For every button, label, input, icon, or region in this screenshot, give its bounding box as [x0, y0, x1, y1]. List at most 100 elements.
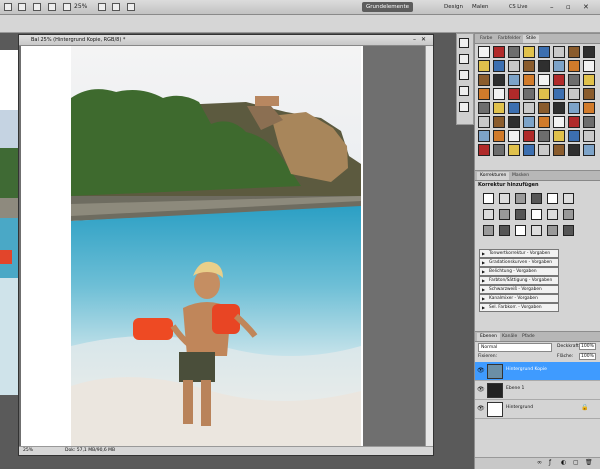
- layer-row-ebene-1[interactable]: 👁 Ebene 1: [475, 381, 600, 400]
- preset-sel-farbkorr[interactable]: Sel. Farbkorr. - Vorgaben: [479, 303, 559, 312]
- style-swatch[interactable]: [493, 130, 505, 142]
- style-swatch[interactable]: [478, 130, 490, 142]
- background-document[interactable]: [0, 50, 20, 395]
- style-swatch[interactable]: [538, 74, 550, 86]
- mini-bridge-icon[interactable]: [33, 3, 41, 11]
- view-extras-icon[interactable]: [63, 3, 71, 11]
- adjustment-icon[interactable]: [547, 209, 558, 220]
- clone-source-icon[interactable]: [459, 86, 469, 96]
- tab-farbe[interactable]: Farbe: [477, 35, 495, 43]
- character-icon[interactable]: [459, 102, 469, 112]
- style-swatch[interactable]: [568, 116, 580, 128]
- style-swatch[interactable]: [553, 46, 565, 58]
- style-swatch[interactable]: [538, 144, 550, 156]
- eye-icon[interactable]: 👁: [477, 386, 485, 393]
- cs-live-button[interactable]: CS Live: [505, 2, 531, 12]
- workspace-grundelemente[interactable]: Grundelemente: [362, 2, 414, 12]
- eye-icon[interactable]: 👁: [477, 405, 485, 412]
- style-swatch[interactable]: [568, 130, 580, 142]
- adjustment-icon[interactable]: [499, 209, 510, 220]
- doc-min-icon[interactable]: –: [413, 35, 416, 45]
- tab-pfade[interactable]: Pfade: [519, 333, 538, 341]
- adjustment-icon[interactable]: [531, 225, 542, 236]
- screen-mode-icon[interactable]: [127, 3, 135, 11]
- adjustment-icon[interactable]: [499, 225, 510, 236]
- tab-farbfelder[interactable]: Farbfelder: [495, 35, 524, 43]
- adjustment-icon[interactable]: [531, 193, 542, 204]
- tab-korrekturen[interactable]: Korrekturen: [477, 172, 510, 180]
- style-swatch[interactable]: [478, 88, 490, 100]
- workspace-malen[interactable]: Malen: [468, 2, 493, 12]
- preset-tonwert[interactable]: Tonwertkorrektur - Vorgaben: [479, 249, 559, 258]
- style-swatch[interactable]: [583, 116, 595, 128]
- brushes-icon[interactable]: [459, 70, 469, 80]
- style-swatch[interactable]: [583, 74, 595, 86]
- style-swatch[interactable]: [568, 88, 580, 100]
- adjustment-icon[interactable]: [547, 193, 558, 204]
- style-swatch[interactable]: [523, 74, 535, 86]
- minimize-button[interactable]: –: [550, 2, 554, 12]
- style-swatch[interactable]: [493, 60, 505, 72]
- status-zoom[interactable]: 25%: [23, 447, 33, 455]
- style-swatch[interactable]: [493, 88, 505, 100]
- fill-input[interactable]: 100%: [579, 353, 596, 360]
- style-swatch[interactable]: [523, 102, 535, 114]
- style-swatch[interactable]: [538, 130, 550, 142]
- adjustment-icon[interactable]: [515, 209, 526, 220]
- doc-info[interactable]: Dok: 57,1 MB/90,6 MB: [65, 447, 115, 455]
- preset-farbton[interactable]: Farbton/Sättigung - Vorgaben: [479, 276, 559, 285]
- guides-icon[interactable]: [48, 3, 56, 11]
- close-app-button[interactable]: ✕: [583, 2, 589, 12]
- style-swatch[interactable]: [478, 74, 490, 86]
- style-swatch[interactable]: [478, 60, 490, 72]
- style-swatch[interactable]: [478, 102, 490, 114]
- tab-ebenen[interactable]: Ebenen: [477, 333, 500, 341]
- style-swatch[interactable]: [508, 88, 520, 100]
- style-swatch[interactable]: [508, 102, 520, 114]
- style-swatch[interactable]: [583, 102, 595, 114]
- style-swatch[interactable]: [508, 74, 520, 86]
- actions-icon[interactable]: [459, 54, 469, 64]
- style-swatch[interactable]: [568, 60, 580, 72]
- style-swatch[interactable]: [553, 102, 565, 114]
- canvas-area[interactable]: [21, 46, 425, 446]
- adjustment-icon[interactable]: [563, 225, 574, 236]
- mask-icon[interactable]: ◐: [561, 459, 566, 466]
- style-swatch[interactable]: [478, 144, 490, 156]
- adjustment-icon[interactable]: [515, 193, 526, 204]
- style-swatch[interactable]: [538, 46, 550, 58]
- adjustment-icon[interactable]: [499, 193, 510, 204]
- restore-button[interactable]: ▫: [566, 2, 571, 12]
- style-swatch[interactable]: [568, 46, 580, 58]
- bridge-icon[interactable]: [18, 3, 26, 11]
- beach-photo[interactable]: [71, 46, 361, 446]
- style-swatch[interactable]: [523, 46, 535, 58]
- adjustment-icon[interactable]: [483, 209, 494, 220]
- style-swatch[interactable]: [523, 130, 535, 142]
- style-swatch[interactable]: [508, 46, 520, 58]
- style-swatch[interactable]: [553, 88, 565, 100]
- zoom-level-top[interactable]: 25%: [74, 2, 87, 12]
- style-swatch[interactable]: [478, 116, 490, 128]
- document-tab[interactable]: Bal 25% (Hintergrund Kopie, RGB/8) * – ✕: [19, 35, 433, 46]
- style-swatch[interactable]: [523, 144, 535, 156]
- adjustment-icon[interactable]: [563, 193, 574, 204]
- style-swatch[interactable]: [568, 102, 580, 114]
- style-swatch[interactable]: [553, 116, 565, 128]
- style-swatch[interactable]: [493, 102, 505, 114]
- doc-close-icon[interactable]: ✕: [421, 35, 426, 45]
- style-swatch[interactable]: [568, 144, 580, 156]
- link-layers-icon[interactable]: ∞: [537, 459, 542, 466]
- hand-tool-icon[interactable]: [98, 3, 106, 11]
- style-swatch[interactable]: [583, 60, 595, 72]
- blend-mode-select[interactable]: Normal: [478, 343, 552, 352]
- style-swatch[interactable]: [523, 88, 535, 100]
- style-swatch[interactable]: [538, 88, 550, 100]
- preset-gradation[interactable]: Gradationskurven - Vorgaben: [479, 258, 559, 267]
- layer-row-hintergrund[interactable]: 👁 Hintergrund 🔒: [475, 400, 600, 419]
- style-swatch[interactable]: [553, 144, 565, 156]
- style-swatch[interactable]: [553, 74, 565, 86]
- adjustment-icon[interactable]: [547, 225, 558, 236]
- style-swatch[interactable]: [553, 130, 565, 142]
- style-swatch[interactable]: [553, 60, 565, 72]
